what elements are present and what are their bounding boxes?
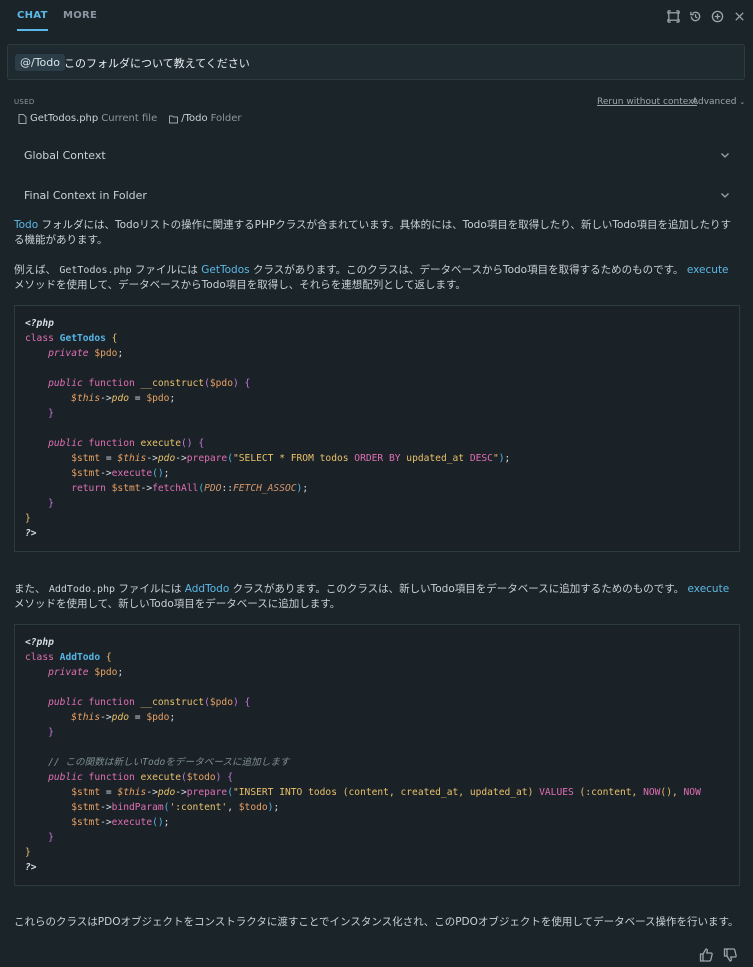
query-text: このフォルダについて教えてください <box>64 57 250 70</box>
context-folder-item[interactable]: /Todo Folder <box>169 113 242 124</box>
class-link[interactable]: AddTodo <box>185 583 229 595</box>
context-folder-name: /Todo <box>181 113 208 124</box>
file-icon <box>18 113 27 124</box>
advanced-dropdown[interactable]: Advanced ⌄ <box>692 97 745 107</box>
code-block-gettodos[interactable]: <?php class GetTodos { private $pdo; pub… <box>14 305 740 552</box>
toolbar-icons <box>665 8 747 24</box>
answer-paragraph-4: これらのクラスはPDOオブジェクトをコンストラクタに渡すことでインスタンス化され… <box>14 916 739 928</box>
folder-mention[interactable]: @/Todo <box>15 54 65 71</box>
context-file-name: GetTodos.php <box>30 113 99 124</box>
answer-text: メソッドを使用して、データベースからTodo項目を取得し、それらを連想配列として… <box>14 279 466 291</box>
context-files: GetTodos.php Current file /Todo Folder <box>18 113 242 124</box>
answer-text: 例えば、 <box>14 264 60 276</box>
close-icon[interactable] <box>731 8 747 24</box>
file-name-code: AddTodo.php <box>48 584 116 595</box>
answer-text: クラスがあります。このクラスは、データベースからTodo項目を取得するためのもの… <box>249 264 687 276</box>
code-content: <?php class GetTodos { private $pdo; pub… <box>25 318 511 539</box>
todo-folder-link[interactable]: Todo <box>14 219 38 231</box>
answer-paragraph-2: 例えば、 GetTodos.php ファイルには GetTodos クラスがあり… <box>14 263 740 293</box>
section-label: Global Context <box>24 149 106 162</box>
answer-paragraph-3: また、 AddTodo.php ファイルには AddTodo クラスがあります。… <box>14 582 740 612</box>
file-name-code: GetTodos.php <box>59 265 132 276</box>
context-folder-sub: Folder <box>210 113 242 124</box>
top-bar: CHAT MORE <box>0 0 753 32</box>
user-query[interactable]: @/Todo このフォルダについて教えてください <box>7 44 745 80</box>
maximize-icon[interactable] <box>665 8 681 24</box>
feedback-buttons <box>699 948 737 965</box>
tab-chat[interactable]: CHAT <box>17 10 48 31</box>
answer-text: ファイルには <box>115 583 185 595</box>
code-block-addtodo[interactable]: <?php class AddTodo { private $pdo; publ… <box>14 624 740 886</box>
folder-icon <box>169 115 179 123</box>
context-file-item[interactable]: GetTodos.php Current file <box>18 113 157 124</box>
class-link[interactable]: GetTodos <box>201 264 249 276</box>
context-file-sub: Current file <box>101 113 158 124</box>
history-icon[interactable] <box>687 8 703 24</box>
chevron-down-icon <box>720 190 730 200</box>
section-label: Final Context in Folder <box>24 189 147 202</box>
new-chat-icon[interactable] <box>709 8 725 24</box>
answer-text: クラスがあります。このクラスは、新しいTodo項目をデータベースに追加するための… <box>229 583 688 595</box>
answer-text: ファイルには <box>131 264 202 276</box>
rerun-without-context-link[interactable]: Rerun without context <box>597 97 697 107</box>
method-link[interactable]: execute <box>688 583 730 595</box>
answer-text: フォルダには、Todoリストの操作に関連するPHPクラスが含まれています。具体的… <box>14 219 731 246</box>
final-context-section[interactable]: Final Context in Folder <box>14 181 740 211</box>
answer-text: また、 <box>14 583 49 595</box>
chevron-down-icon <box>720 150 730 160</box>
answer-text: メソッドを使用して、新しいTodo項目をデータベースに追加します。 <box>14 598 341 610</box>
used-label: USED <box>14 98 35 106</box>
global-context-section[interactable]: Global Context <box>14 141 740 171</box>
method-link[interactable]: execute <box>687 264 729 276</box>
tab-more[interactable]: MORE <box>63 10 97 21</box>
thumbs-down-icon[interactable] <box>723 948 737 965</box>
chevron-down-icon: ⌄ <box>739 98 746 106</box>
code-content: <?php class AddTodo { private $pdo; publ… <box>25 637 701 873</box>
thumbs-up-icon[interactable] <box>699 948 713 965</box>
answer-paragraph-1: Todo フォルダには、Todoリストの操作に関連するPHPクラスが含まれていま… <box>14 218 740 248</box>
advanced-label: Advanced <box>692 97 737 107</box>
